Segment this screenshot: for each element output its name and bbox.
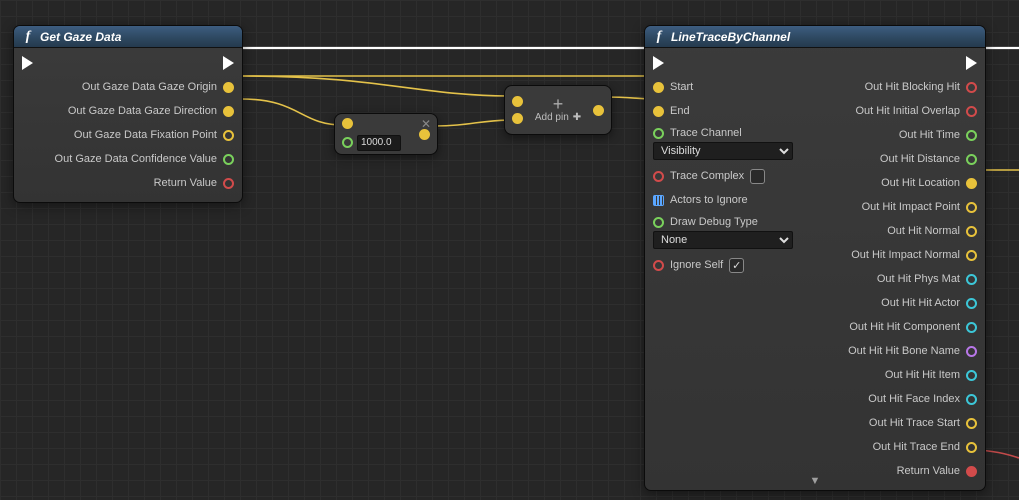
- pin-label: Out Hit Initial Overlap: [855, 105, 960, 117]
- pin-label: Return Value: [154, 177, 217, 189]
- exec-in-pin[interactable]: [22, 56, 33, 70]
- output-pin-hit-item[interactable]: [966, 370, 977, 381]
- node-header: f LineTraceByChannel: [645, 26, 985, 48]
- pin-label: Draw Debug Type: [670, 216, 758, 228]
- float-input[interactable]: [357, 135, 401, 151]
- pin-label: Out Hit Impact Normal: [851, 249, 960, 261]
- output-pin-impact-point[interactable]: [966, 202, 977, 213]
- node-add[interactable]: + Add pin ✚: [504, 85, 612, 135]
- pin-label: Out Gaze Data Gaze Direction: [68, 105, 217, 117]
- input-pin-actors-to-ignore[interactable]: [653, 195, 664, 206]
- pin-label: Out Hit Normal: [887, 225, 960, 237]
- input-pin-trace-complex[interactable]: [653, 171, 664, 182]
- output-pin-return[interactable]: [223, 178, 234, 189]
- add-pin-label: Add pin: [535, 112, 569, 123]
- add-pin-button[interactable]: Add pin ✚: [535, 112, 581, 123]
- pin-label: Start: [670, 81, 693, 93]
- output-pin-confidence[interactable]: [223, 154, 234, 165]
- output-pin-phys-mat[interactable]: [966, 274, 977, 285]
- pin-label: Ignore Self: [670, 259, 723, 271]
- node-get-gaze-data[interactable]: f Get Gaze Data Out Gaze Data Gaze Origi…: [13, 25, 243, 203]
- pin-label: Out Hit Trace End: [873, 441, 960, 453]
- pin-label: Out Hit Phys Mat: [877, 273, 960, 285]
- output-pin-hit-actor[interactable]: [966, 298, 977, 309]
- exec-out-pin[interactable]: [223, 56, 234, 70]
- plus-icon: +: [553, 97, 564, 111]
- output-pin-initial-overlap[interactable]: [966, 106, 977, 117]
- input-pin-1[interactable]: [512, 96, 523, 107]
- pin-label: Out Hit Hit Actor: [881, 297, 960, 309]
- pin-label: End: [670, 105, 690, 117]
- input-pin-2[interactable]: [512, 113, 523, 124]
- pin-label: Out Hit Location: [881, 177, 960, 189]
- pin-label: Out Hit Hit Item: [885, 369, 960, 381]
- output-pin-normal[interactable]: [966, 226, 977, 237]
- draw-debug-select[interactable]: None: [653, 231, 793, 249]
- input-pin-start[interactable]: [653, 82, 664, 93]
- pin-label: Out Gaze Data Fixation Point: [74, 129, 217, 141]
- pin-label: Out Hit Distance: [880, 153, 960, 165]
- output-pin-location[interactable]: [966, 178, 977, 189]
- exec-in-pin[interactable]: [653, 56, 664, 70]
- expand-chevron-icon[interactable]: ▼: [810, 475, 821, 487]
- output-pin-bone-name[interactable]: [966, 346, 977, 357]
- input-pin-draw-debug[interactable]: [653, 217, 664, 228]
- output-pin-time[interactable]: [966, 130, 977, 141]
- output-pin-distance[interactable]: [966, 154, 977, 165]
- node-title: LineTraceByChannel: [671, 30, 790, 44]
- input-pin-end[interactable]: [653, 106, 664, 117]
- pin-label: Out Hit Hit Component: [849, 321, 960, 333]
- ignore-self-checkbox[interactable]: ✓: [729, 258, 744, 273]
- output-pin-impact-normal[interactable]: [966, 250, 977, 261]
- pin-label: Trace Complex: [670, 170, 744, 182]
- input-pin-ignore-self[interactable]: [653, 260, 664, 271]
- pin-label: Out Hit Hit Bone Name: [848, 345, 960, 357]
- pin-label: Out Gaze Data Confidence Value: [55, 153, 217, 165]
- function-icon: f: [22, 29, 34, 45]
- pin-label: Out Hit Trace Start: [869, 417, 960, 429]
- output-pin-hit-component[interactable]: [966, 322, 977, 333]
- input-pin-trace-channel[interactable]: [653, 128, 664, 139]
- pin-label: Out Hit Time: [899, 129, 960, 141]
- output-pin-trace-end[interactable]: [966, 442, 977, 453]
- node-header: f Get Gaze Data: [14, 26, 242, 48]
- add-icon: ✚: [573, 112, 581, 123]
- multiply-icon: ✕: [421, 117, 431, 131]
- output-pin-blocking-hit[interactable]: [966, 82, 977, 93]
- output-pin-origin[interactable]: [223, 82, 234, 93]
- function-icon: f: [653, 29, 665, 45]
- node-line-trace-by-channel[interactable]: f LineTraceByChannel Start End Trace Cha…: [644, 25, 986, 491]
- output-pin-return[interactable]: [966, 466, 977, 477]
- output-pin-trace-start[interactable]: [966, 418, 977, 429]
- input-pin-a[interactable]: [342, 118, 353, 129]
- pin-label: Out Hit Blocking Hit: [865, 81, 960, 93]
- output-pin-face-index[interactable]: [966, 394, 977, 405]
- input-pin-b[interactable]: [342, 137, 353, 148]
- node-multiply[interactable]: ✕: [334, 113, 438, 155]
- output-pin-sum[interactable]: [593, 105, 604, 116]
- pin-label: Actors to Ignore: [670, 194, 748, 206]
- pin-label: Return Value: [897, 465, 960, 477]
- output-pin-direction[interactable]: [223, 106, 234, 117]
- exec-out-pin[interactable]: [966, 56, 977, 70]
- trace-channel-select[interactable]: Visibility: [653, 142, 793, 160]
- pin-label: Out Gaze Data Gaze Origin: [82, 81, 217, 93]
- output-pin-fixation[interactable]: [223, 130, 234, 141]
- node-title: Get Gaze Data: [40, 30, 121, 44]
- pin-label: Out Hit Face Index: [868, 393, 960, 405]
- trace-complex-checkbox[interactable]: [750, 169, 765, 184]
- pin-label: Out Hit Impact Point: [862, 201, 960, 213]
- pin-label: Trace Channel: [670, 127, 742, 139]
